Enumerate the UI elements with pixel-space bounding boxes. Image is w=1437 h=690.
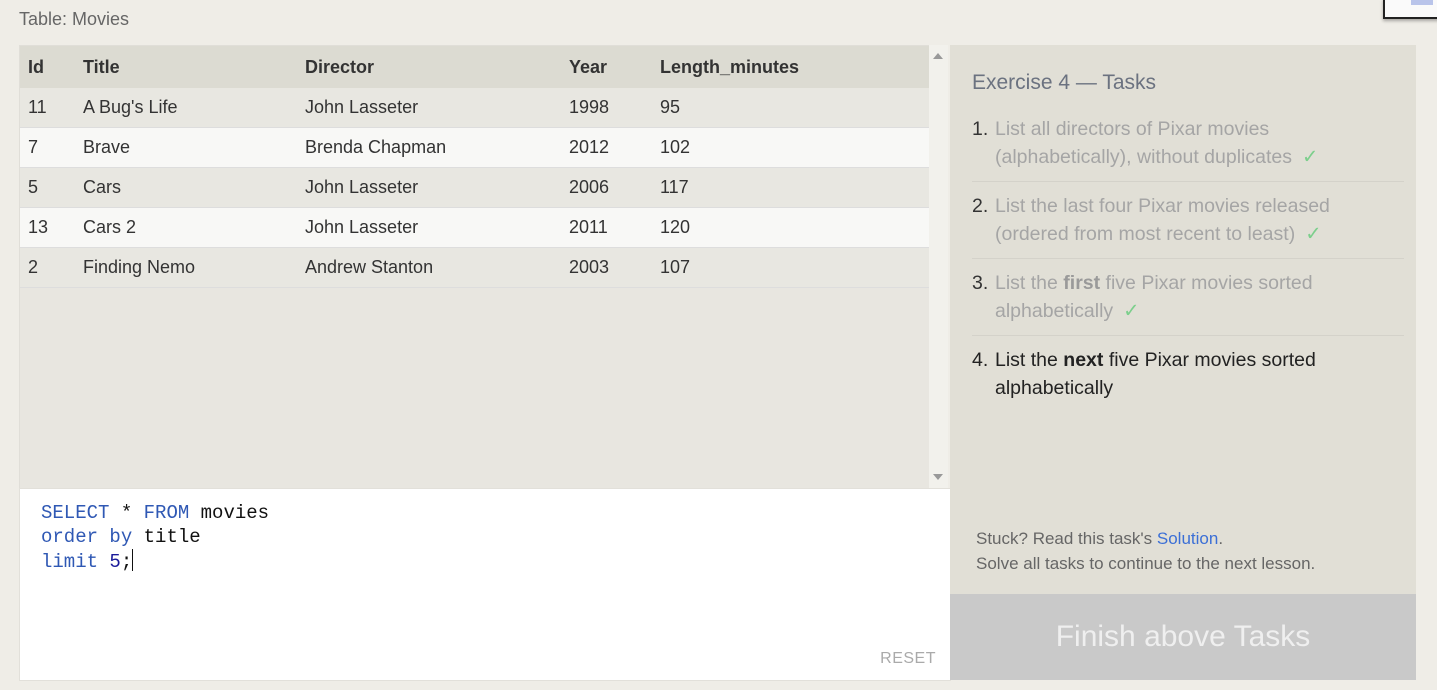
table-cell: 2 — [20, 247, 75, 288]
task-text: List all directors of Pixar movies (alph… — [995, 115, 1404, 171]
scroll-down-arrow-icon[interactable] — [933, 474, 943, 480]
table-cell: John Lasseter — [297, 88, 561, 128]
column-header: Length_minutes — [652, 46, 929, 88]
task-number: 2. — [972, 195, 989, 217]
task-text-part: List the — [995, 349, 1064, 371]
task-text: List the first five Pixar movies sorted … — [995, 269, 1404, 325]
results-scrollbar[interactable] — [929, 45, 948, 488]
table-row: 7 Brave Brenda Chapman 2012 102 — [20, 127, 929, 168]
stuck-suffix: . — [1218, 529, 1224, 548]
check-icon: ✓ — [1305, 223, 1322, 245]
results-panel: Id Title Director Year Length_minutes 11 A Bu… — [19, 45, 932, 489]
table-cell: Finding Nemo — [75, 247, 297, 288]
column-header: Director — [297, 46, 561, 88]
table-caption: Table: Movies — [19, 9, 130, 29]
column-header: Title — [75, 46, 297, 88]
task-text-part: List all directors of Pixar movies (alph… — [995, 118, 1292, 168]
check-icon: ✓ — [1123, 300, 1140, 322]
sql-number: 5 — [109, 551, 121, 573]
code-line: limit 5; — [41, 549, 269, 574]
table-cell: Andrew Stanton — [297, 247, 561, 288]
stuck-prefix: Stuck? Read this task's — [976, 529, 1157, 548]
table-cell: John Lasseter — [297, 167, 561, 208]
help-text: Stuck? Read this task's Solution. Solve … — [976, 526, 1315, 576]
column-header: Year — [561, 46, 652, 88]
table-cell: 5 — [20, 167, 75, 208]
sql-keyword: FROM — [143, 502, 190, 524]
sql-code[interactable]: SELECT * FROM movies order by title limit … — [41, 501, 269, 574]
sql-editor[interactable]: SELECT * FROM movies order by title limit … — [19, 488, 951, 681]
table-cell: 2011 — [561, 207, 652, 248]
tasks-panel: Exercise 4 — Tasks 1. List all directors … — [950, 45, 1416, 594]
reset-button[interactable]: RESET — [880, 650, 936, 668]
table-cell: A Bug's Life — [75, 88, 297, 128]
tasks-title: Exercise 4 — Tasks — [972, 71, 1157, 94]
table-row: 13 Cars 2 John Lasseter 2011 120 — [20, 207, 929, 248]
task-number: 4. — [972, 349, 989, 371]
task-text: List the last four Pixar movies released… — [995, 192, 1404, 248]
sql-text: title — [132, 526, 201, 548]
table-cell: Cars 2 — [75, 207, 297, 248]
code-line: SELECT * FROM movies — [41, 501, 269, 525]
solution-link[interactable]: Solution — [1157, 529, 1218, 548]
text-cursor — [132, 549, 134, 571]
sql-keyword: limit — [41, 551, 99, 573]
sql-text: * — [109, 502, 144, 524]
finish-tasks-button[interactable]: Finish above Tasks — [950, 594, 1416, 680]
task-number: 3. — [972, 272, 989, 294]
check-icon: ✓ — [1302, 146, 1319, 168]
table-cell: Brenda Chapman — [297, 127, 561, 168]
table-cell: John Lasseter — [297, 207, 561, 248]
table-cell: Cars — [75, 167, 297, 208]
sql-keyword: SELECT — [41, 502, 110, 524]
task-text: List the next five Pixar movies sorted a… — [995, 346, 1404, 402]
table-cell: 2006 — [561, 167, 652, 208]
thumbnail-preview — [1411, 0, 1433, 5]
table-cell: 102 — [652, 127, 929, 168]
continue-text: Solve all tasks to continue to the next … — [976, 554, 1316, 573]
table-cell: 120 — [652, 207, 929, 248]
task-list: 1. List all directors of Pixar movies (al… — [972, 115, 1404, 422]
task-item: 2. List the last four Pixar movies releas… — [972, 192, 1404, 259]
scroll-up-arrow-icon[interactable] — [933, 53, 943, 59]
task-emphasis: first — [1063, 272, 1101, 294]
task-item: 3. List the first five Pixar movies sorte… — [972, 269, 1404, 336]
table-cell: 11 — [20, 88, 75, 128]
sql-keyword: by — [109, 526, 133, 548]
table-cell: Brave — [75, 127, 297, 168]
task-text-part: List the last four Pixar movies released… — [995, 195, 1330, 245]
table-header-row: Id Title Director Year Length_minutes — [20, 46, 929, 88]
task-item: 1. List all directors of Pixar movies (al… — [972, 115, 1404, 182]
table-cell: 13 — [20, 207, 75, 248]
table-cell: 7 — [20, 127, 75, 168]
task-emphasis: next — [1063, 349, 1104, 371]
table-cell: 2012 — [561, 127, 652, 168]
sql-text: ; — [120, 551, 133, 573]
table-row: 11 A Bug's Life John Lasseter 1998 95 — [20, 88, 929, 128]
task-number: 1. — [972, 118, 989, 140]
task-item: 4. List the next five Pixar movies sorted… — [972, 346, 1404, 412]
table-cell: 2003 — [561, 247, 652, 288]
table-cell: 95 — [652, 88, 929, 128]
table-cell: 1998 — [561, 88, 652, 128]
sql-keyword: order — [41, 526, 99, 548]
window-thumbnail[interactable] — [1383, 0, 1437, 19]
table-row: 2 Finding Nemo Andrew Stanton 2003 107 — [20, 247, 929, 288]
table-cell: 107 — [652, 247, 929, 288]
task-text-part: List the — [995, 272, 1064, 294]
table-row: 5 Cars John Lasseter 2006 117 — [20, 167, 929, 208]
code-line: order by title — [41, 525, 269, 549]
results-table: Id Title Director Year Length_minutes 11 A Bu… — [20, 46, 929, 288]
sql-text: movies — [189, 502, 270, 524]
column-header: Id — [20, 46, 75, 88]
table-cell: 117 — [652, 167, 929, 208]
